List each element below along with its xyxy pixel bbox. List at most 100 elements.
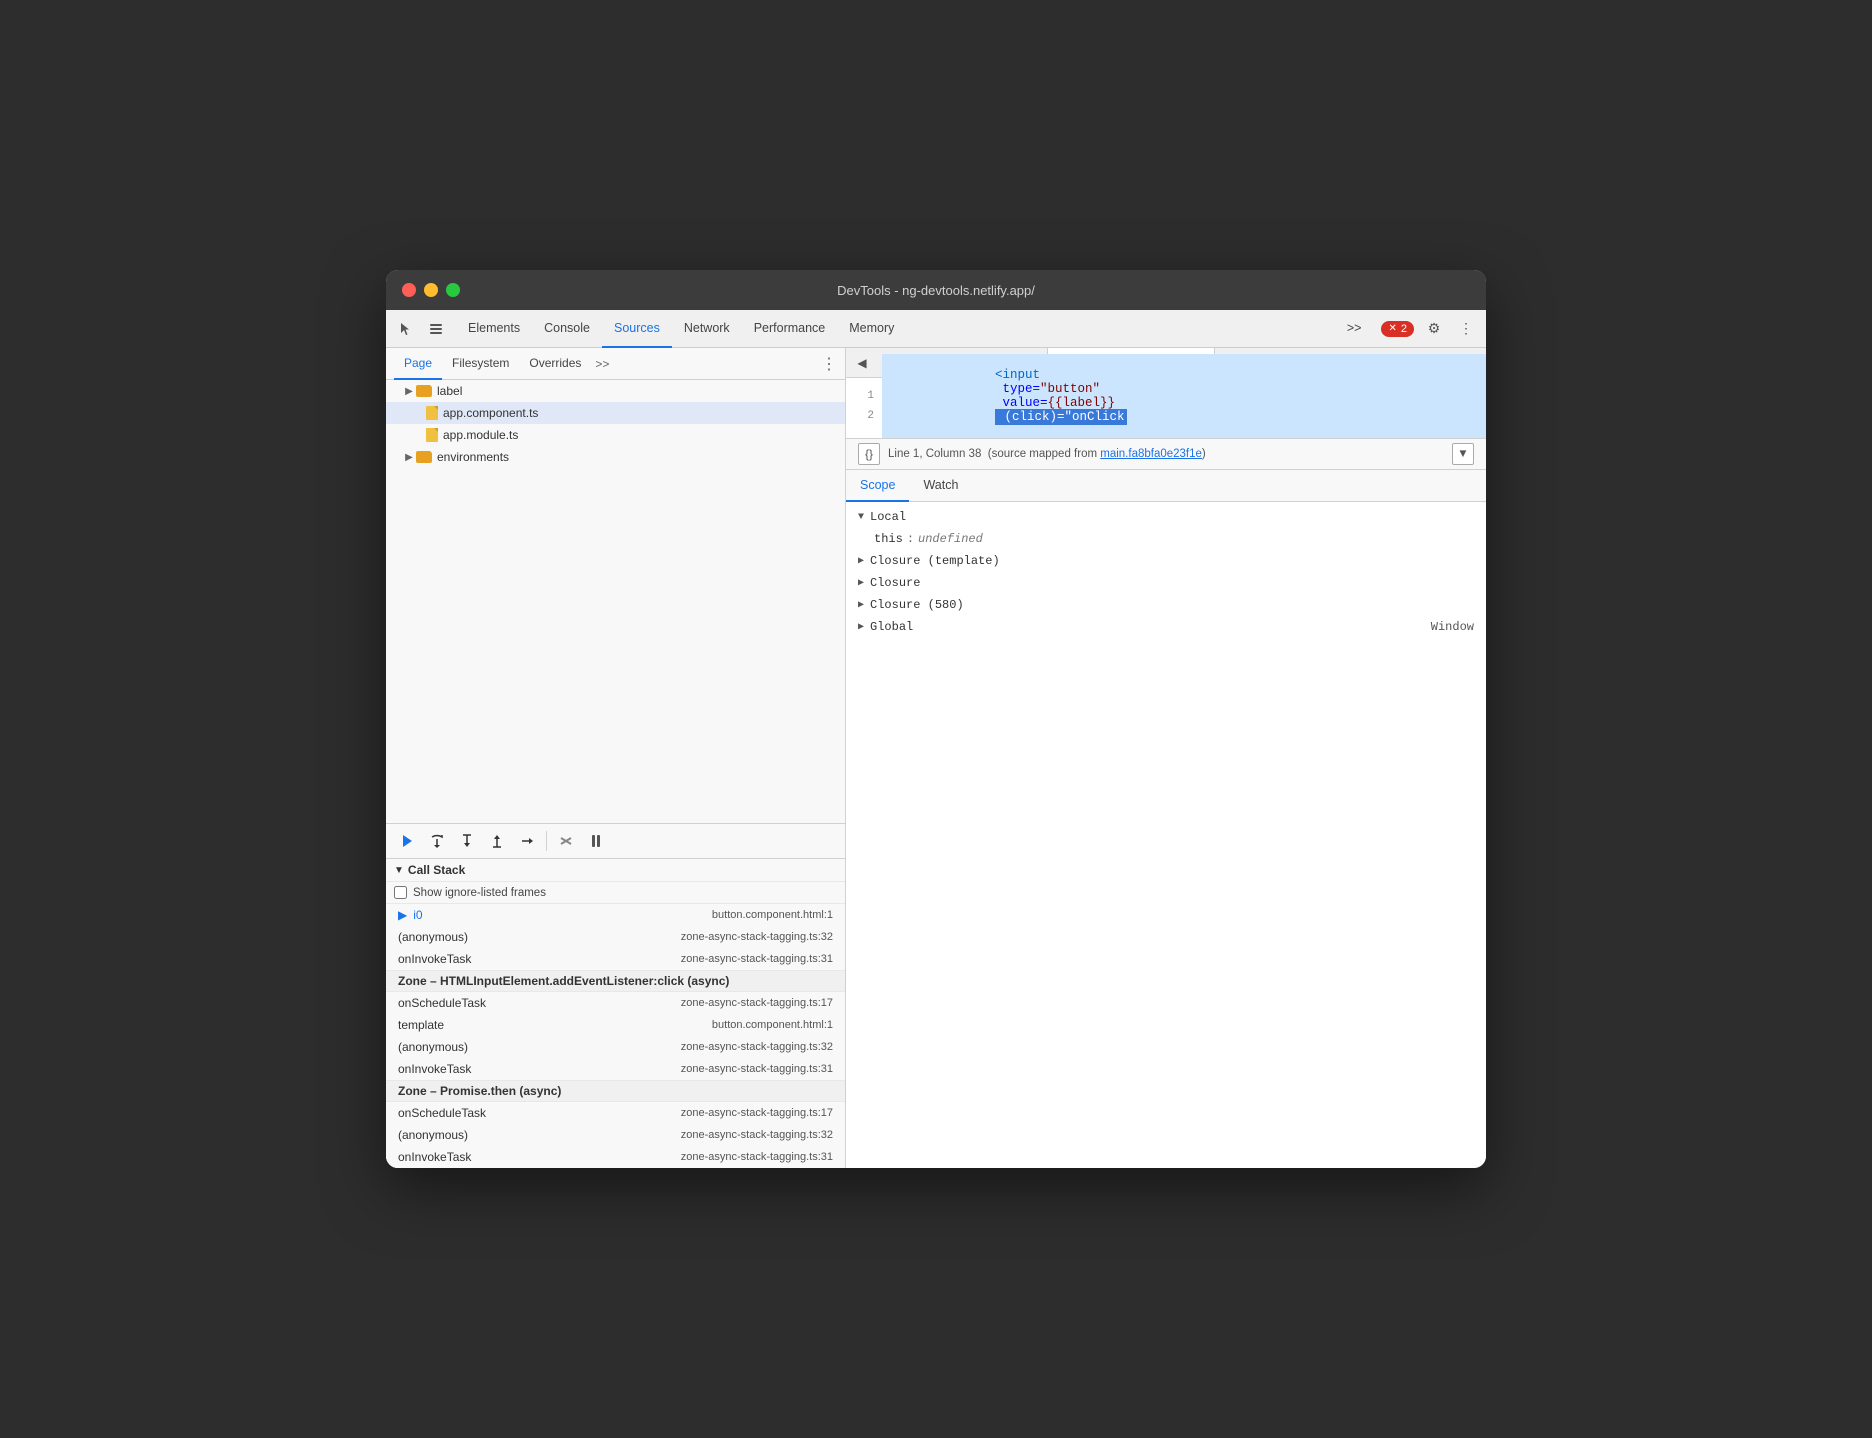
stack-item-anon2[interactable]: (anonymous) zone-async-stack-tagging.ts:… bbox=[386, 1036, 845, 1058]
scope-closure-label: Closure bbox=[870, 576, 920, 590]
call-stack-header[interactable]: ▼ Call Stack bbox=[386, 859, 845, 882]
debug-pause-exceptions-btn[interactable] bbox=[583, 828, 609, 854]
scope-closure-template-arrow: ▶ bbox=[858, 555, 864, 567]
ignore-checkbox[interactable] bbox=[394, 886, 407, 899]
scope-global-arrow: ▶ bbox=[858, 621, 864, 633]
folder-icon-environments bbox=[416, 451, 432, 463]
call-stack-title: Call Stack bbox=[408, 863, 465, 877]
stack-item-onInvokeTask2[interactable]: onInvokeTask zone-async-stack-tagging.ts… bbox=[386, 1058, 845, 1080]
left-panel: Page Filesystem Overrides >> ⋮ ▶ labe bbox=[386, 348, 846, 1168]
tab-performance[interactable]: Performance bbox=[742, 310, 838, 348]
close-button[interactable] bbox=[402, 283, 416, 297]
subtab-overrides[interactable]: Overrides bbox=[519, 348, 591, 380]
error-icon: ✕ bbox=[1388, 323, 1396, 334]
filetree-item-app-component[interactable]: app.component.ts bbox=[386, 402, 845, 424]
line-content-1[interactable]: <input type="button" value={{label}} (cl… bbox=[882, 354, 1486, 438]
token-attr-type: type= bbox=[995, 382, 1040, 396]
stack-file-onScheduleTask2: zone-async-stack-tagging.ts:17 bbox=[681, 1107, 833, 1119]
status-arrow-btn[interactable]: ▼ bbox=[1452, 443, 1474, 465]
scope-closure-template-label: Closure (template) bbox=[870, 554, 1000, 568]
subtab-filesystem[interactable]: Filesystem bbox=[442, 348, 519, 380]
scope-this-key: this bbox=[874, 532, 903, 546]
devtools-tab-bar: Elements Console Sources Network Perform… bbox=[386, 310, 1486, 348]
stack-item-i0[interactable]: ▶ i0 button.component.html:1 bbox=[386, 904, 845, 926]
format-button[interactable]: {} bbox=[858, 443, 880, 465]
stack-item-onInvokeTask3[interactable]: onInvokeTask zone-async-stack-tagging.ts… bbox=[386, 1146, 845, 1168]
scope-this-value: undefined bbox=[918, 532, 983, 546]
filetree-item-app-module[interactable]: app.module.ts bbox=[386, 424, 845, 446]
scope-tab-watch[interactable]: Watch bbox=[909, 470, 972, 502]
scope-tab-scope[interactable]: Scope bbox=[846, 470, 909, 502]
stack-item-onInvokeTask1[interactable]: onInvokeTask zone-async-stack-tagging.ts… bbox=[386, 948, 845, 970]
more-options-icon[interactable]: ⋮ bbox=[1454, 317, 1478, 341]
settings-icon[interactable]: ⚙ bbox=[1422, 317, 1446, 341]
stack-func-anon2: (anonymous) bbox=[398, 1040, 681, 1054]
stack-item-anon3[interactable]: (anonymous) zone-async-stack-tagging.ts:… bbox=[386, 1124, 845, 1146]
zone-divider-1: Zone – HTMLInputElement.addEventListener… bbox=[386, 970, 845, 992]
debug-stepinto-btn[interactable] bbox=[454, 828, 480, 854]
debug-stepover-btn[interactable] bbox=[424, 828, 450, 854]
stack-file-onInvokeTask1: zone-async-stack-tagging.ts:31 bbox=[681, 953, 833, 965]
devtools-icons bbox=[394, 317, 448, 341]
scope-closure-arrow: ▶ bbox=[858, 577, 864, 589]
tab-network[interactable]: Network bbox=[672, 310, 742, 348]
debug-step-btn[interactable] bbox=[514, 828, 540, 854]
stack-file-anon1: zone-async-stack-tagging.ts:32 bbox=[681, 931, 833, 943]
cursor-icon[interactable] bbox=[394, 317, 418, 341]
stack-item-anon1[interactable]: (anonymous) zone-async-stack-tagging.ts:… bbox=[386, 926, 845, 948]
scope-item-local[interactable]: ▼ Local bbox=[846, 506, 1486, 528]
scope-item-closure[interactable]: ▶ Closure bbox=[846, 572, 1486, 594]
debug-stepout-btn[interactable] bbox=[484, 828, 510, 854]
layers-icon[interactable] bbox=[424, 317, 448, 341]
stack-file-i0: button.component.html:1 bbox=[712, 909, 833, 921]
maximize-button[interactable] bbox=[446, 283, 460, 297]
stack-item-template[interactable]: template button.component.html:1 bbox=[386, 1014, 845, 1036]
stack-item-onScheduleTask1[interactable]: onScheduleTask zone-async-stack-tagging.… bbox=[386, 992, 845, 1014]
tab-console[interactable]: Console bbox=[532, 310, 602, 348]
scope-closure-580-arrow: ▶ bbox=[858, 599, 864, 611]
scope-item-closure-template[interactable]: ▶ Closure (template) bbox=[846, 550, 1486, 572]
minimize-button[interactable] bbox=[424, 283, 438, 297]
filetree-app-module-text: app.module.ts bbox=[443, 428, 518, 442]
right-panel: ◀ zone-async-stack-tagging.ts button.com… bbox=[846, 348, 1486, 1168]
tab-elements[interactable]: Elements bbox=[456, 310, 532, 348]
stack-func-onInvokeTask1: onInvokeTask bbox=[398, 952, 681, 966]
subtab-more-icon[interactable]: >> bbox=[595, 357, 609, 371]
tabs-right: >> ✕ 2 ⚙ ⋮ bbox=[1335, 310, 1478, 348]
source-map-link[interactable]: main.fa8bfa0e23f1e bbox=[1100, 448, 1202, 460]
scope-item-this[interactable]: this : undefined bbox=[846, 528, 1486, 550]
filetree-item-label-folder[interactable]: ▶ label bbox=[386, 380, 845, 402]
line-number-1: 1 bbox=[846, 390, 882, 402]
call-stack-panel: ▼ Call Stack Show ignore-listed frames ▶… bbox=[386, 858, 845, 1168]
subtab-page[interactable]: Page bbox=[394, 348, 442, 380]
tab-memory[interactable]: Memory bbox=[837, 310, 906, 348]
subtab-menu-icon[interactable]: ⋮ bbox=[821, 354, 837, 374]
scope-content: ▼ Local this : undefined ▶ Closure (temp… bbox=[846, 502, 1486, 1168]
toolbar-divider bbox=[546, 831, 547, 851]
stack-func-onScheduleTask1: onScheduleTask bbox=[398, 996, 681, 1010]
filetree-environments-text: environments bbox=[437, 450, 509, 464]
stack-file-anon2: zone-async-stack-tagging.ts:32 bbox=[681, 1041, 833, 1053]
debug-resume-btn[interactable] bbox=[394, 828, 420, 854]
code-area: 1 <input type="button" value={{label}} (… bbox=[846, 378, 1486, 438]
current-frame-icon: ▶ bbox=[398, 908, 407, 922]
stack-func-onInvokeTask2: onInvokeTask bbox=[398, 1062, 681, 1076]
editor-nav-left-icon[interactable]: ◀ bbox=[850, 351, 874, 375]
scope-item-closure-580[interactable]: ▶ Closure (580) bbox=[846, 594, 1486, 616]
file-icon-app-module bbox=[426, 428, 438, 442]
error-badge[interactable]: ✕ 2 bbox=[1381, 321, 1414, 337]
stack-file-template: button.component.html:1 bbox=[712, 1019, 833, 1031]
tab-sources[interactable]: Sources bbox=[602, 310, 672, 348]
stack-item-onScheduleTask2[interactable]: onScheduleTask zone-async-stack-tagging.… bbox=[386, 1102, 845, 1124]
scope-panel: Scope Watch ▼ Local this : bbox=[846, 470, 1486, 1168]
filetree-item-environments-folder[interactable]: ▶ environments bbox=[386, 446, 845, 468]
scope-item-global[interactable]: ▶ Global Window bbox=[846, 616, 1486, 638]
tab-more[interactable]: >> bbox=[1335, 310, 1374, 348]
stack-file-onScheduleTask1: zone-async-stack-tagging.ts:17 bbox=[681, 997, 833, 1009]
window-title: DevTools - ng-devtools.netlify.app/ bbox=[837, 283, 1035, 298]
stack-file-anon3: zone-async-stack-tagging.ts:32 bbox=[681, 1129, 833, 1141]
sub-tab-bar: Page Filesystem Overrides >> ⋮ bbox=[386, 348, 845, 380]
scope-window-label: Window bbox=[1431, 620, 1474, 634]
scope-this-colon: : bbox=[907, 532, 914, 546]
debug-deactivate-btn[interactable] bbox=[553, 828, 579, 854]
